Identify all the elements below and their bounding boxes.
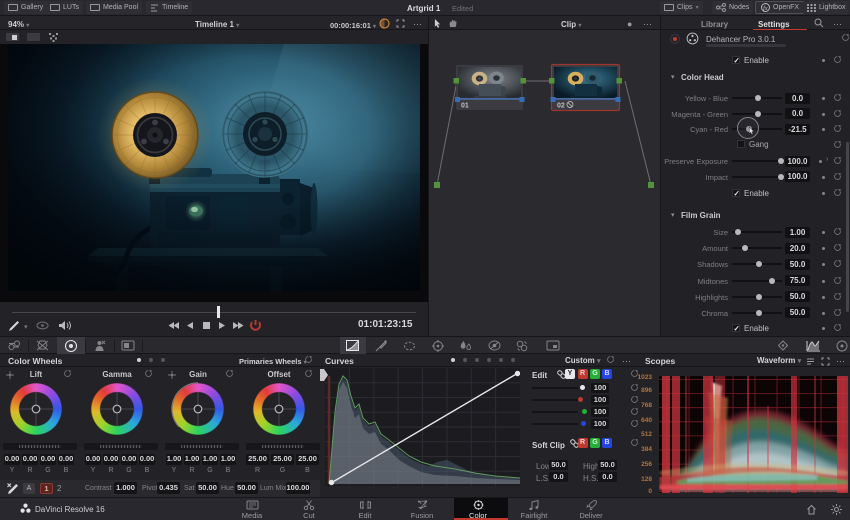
- svg-text:02: 02: [557, 103, 565, 110]
- svg-text:fx: fx: [763, 5, 768, 12]
- svg-text:01: 01: [461, 103, 469, 110]
